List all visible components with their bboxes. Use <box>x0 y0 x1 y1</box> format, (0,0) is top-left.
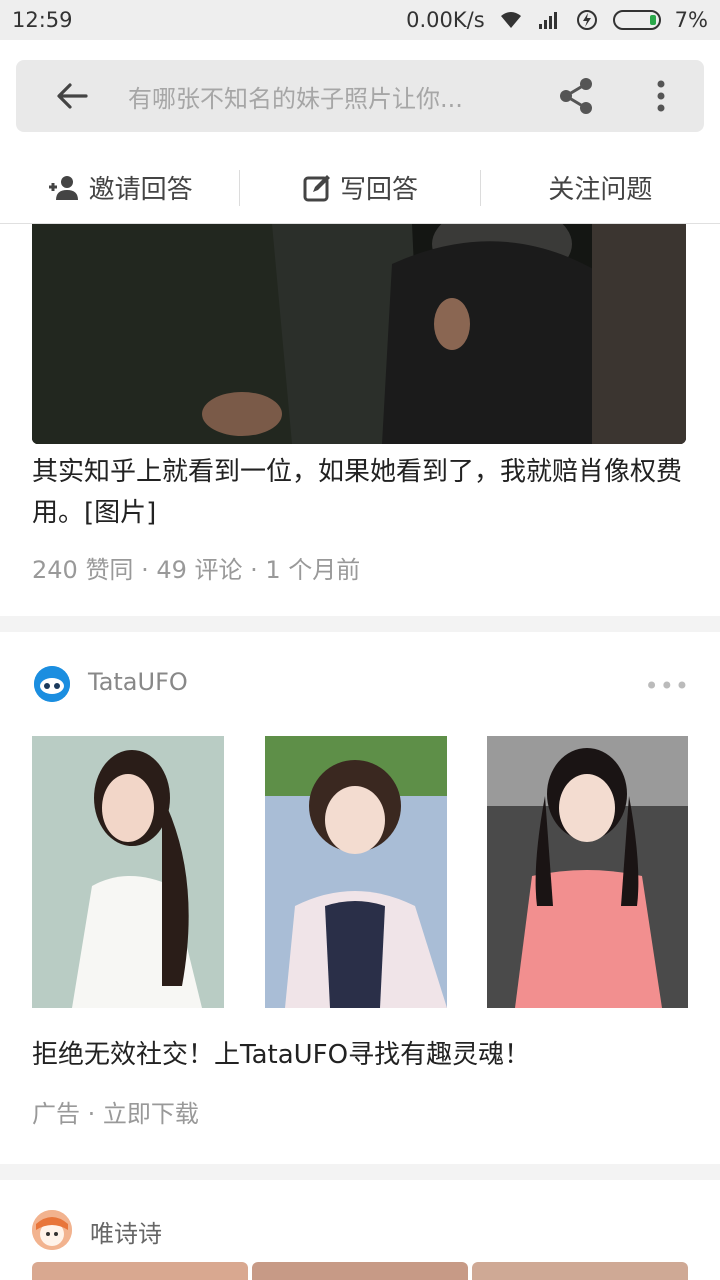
post-image[interactable] <box>32 1262 248 1280</box>
ad-image[interactable] <box>32 736 224 1008</box>
search-bar: 有哪张不知名的妹子照片让你... <box>16 60 704 132</box>
status-bar: 12:59 0.00K/s 7% <box>0 0 720 40</box>
answer-meta: 240 赞同 · 49 评论 · 1 个月前 <box>32 556 361 584</box>
ad-card[interactable]: TataUFO ••• 拒绝无效社交！上TataUFO寻找有趣灵魂！ 广告 · … <box>0 632 720 1164</box>
add-person-icon <box>48 175 78 200</box>
status-indicators: 0.00K/s 7% <box>406 8 708 32</box>
ad-account-name[interactable]: TataUFO <box>88 668 188 696</box>
battery-percent: 7% <box>674 8 708 32</box>
share-icon <box>560 78 592 114</box>
question-actions: 邀请回答 写回答 关注问题 <box>0 152 720 224</box>
back-button[interactable] <box>16 60 128 132</box>
tataufo-logo-icon <box>34 666 70 702</box>
avatar[interactable] <box>32 1210 72 1250</box>
feed[interactable]: 其实知乎上就看到一位，如果她看到了，我就赔肖像权费用。[图片] 240 赞同 ·… <box>0 224 720 1280</box>
answer-card[interactable]: 其实知乎上就看到一位，如果她看到了，我就赔肖像权费用。[图片] 240 赞同 ·… <box>0 224 720 616</box>
ad-title[interactable]: 拒绝无效社交！上TataUFO寻找有趣灵魂！ <box>32 1034 530 1071</box>
answer-excerpt[interactable]: 其实知乎上就看到一位，如果她看到了，我就赔肖像权费用。[图片] <box>32 452 688 534</box>
write-answer-button[interactable]: 写回答 <box>240 152 479 224</box>
follow-question-label: 关注问题 <box>548 175 653 205</box>
share-button[interactable] <box>534 60 618 132</box>
post-image[interactable] <box>472 1262 688 1280</box>
invite-answer-button[interactable]: 邀请回答 <box>0 152 239 224</box>
answer-image[interactable] <box>32 224 686 444</box>
follow-question-button[interactable]: 关注问题 <box>481 152 720 224</box>
post-card[interactable]: 唯诗诗 <box>0 1180 720 1280</box>
more-vertical-icon <box>657 80 665 112</box>
write-answer-label: 写回答 <box>339 175 418 205</box>
arrow-left-icon <box>57 83 88 109</box>
invite-answer-label: 邀请回答 <box>88 175 193 205</box>
signal-icon <box>537 10 561 30</box>
wifi-icon <box>499 10 523 30</box>
search-input[interactable]: 有哪张不知名的妹子照片让你... <box>128 79 534 114</box>
network-speed: 0.00K/s <box>406 8 485 32</box>
battery-icon <box>612 10 661 30</box>
post-author-name[interactable]: 唯诗诗 <box>90 1214 162 1249</box>
charging-icon <box>575 10 599 30</box>
ad-meta[interactable]: 广告 · 立即下载 <box>32 1094 199 1129</box>
ad-more-button[interactable]: ••• <box>645 672 690 700</box>
status-time: 12:59 <box>12 8 73 32</box>
post-image[interactable] <box>252 1262 468 1280</box>
edit-icon <box>303 174 330 201</box>
ad-image[interactable] <box>487 736 688 1008</box>
more-button[interactable] <box>618 60 704 132</box>
ad-image[interactable] <box>265 736 447 1008</box>
